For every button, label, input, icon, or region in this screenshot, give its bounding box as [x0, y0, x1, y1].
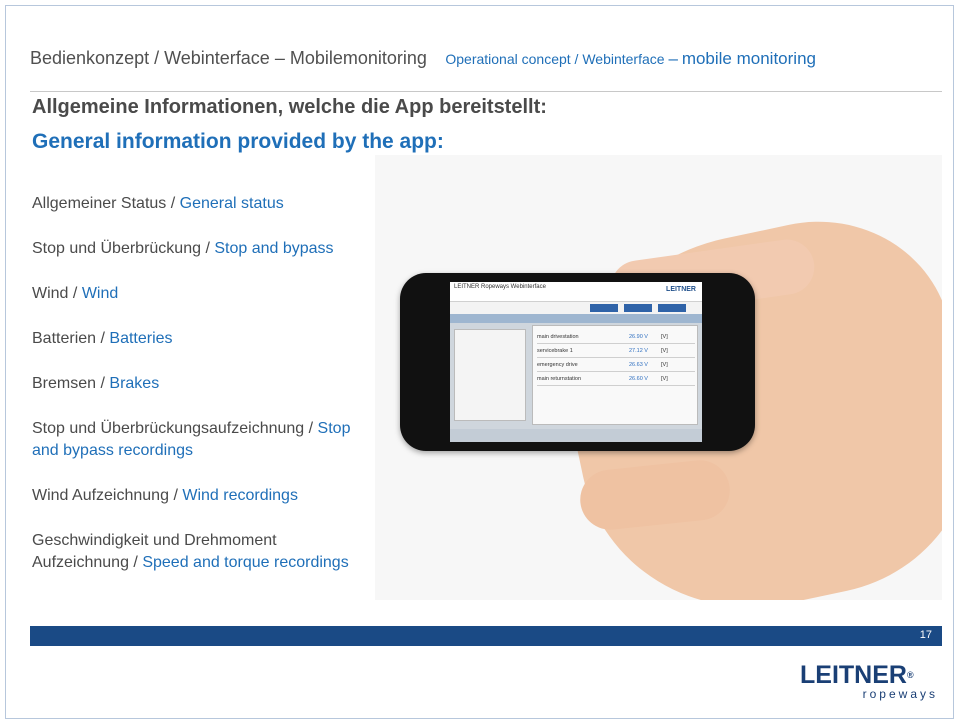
list-item-german: Wind Aufzeichnung [32, 487, 169, 504]
list-item: Allgemeiner Status / General status [32, 193, 372, 215]
screen-logo: LEITNER [666, 286, 696, 293]
list-item-german: Stop und Überbrückung [32, 240, 201, 257]
screen-header: LEITNER Ropeways Webinterface LEITNER [450, 282, 702, 302]
slide-header: Bedienkonzept / Webinterface – Mobilemon… [30, 48, 940, 72]
list-item: Geschwindigkeit und Drehmoment Aufzeichn… [32, 530, 372, 574]
header-title-english-dash: – [668, 49, 678, 68]
battery-row: main drivestation 26.90 V [V] [537, 334, 695, 344]
page-number: 17 [919, 629, 932, 641]
list-item: Stop und Überbrückungsaufzeichnung / Sto… [32, 418, 372, 462]
list-item: Stop und Überbrückung / Stop and bypass [32, 238, 372, 260]
battery-row-unit: [V] [661, 348, 668, 354]
battery-row-value: 26.63 V [629, 362, 648, 368]
battery-row-value: 27.12 V [629, 348, 648, 354]
list-item-english: Brakes [109, 375, 160, 392]
list-item-english: Batteries [109, 330, 173, 347]
battery-row-unit: [V] [661, 362, 668, 368]
battery-row-label: main drivestation [537, 334, 579, 340]
list-item-german: Bremsen [32, 375, 97, 392]
list-item: Bremsen / Brakes [32, 373, 372, 395]
logo-name: LEITNER [800, 661, 907, 689]
list-item-separator: / [308, 420, 314, 437]
phone-screen: LEITNER Ropeways Webinterface LEITNER ma… [450, 282, 702, 442]
battery-row-label: main returnstation [537, 376, 582, 382]
header-title-english-bold: mobile monitoring [681, 49, 816, 68]
list-item-german: Allgemeiner Status [32, 195, 167, 212]
list-item-separator: / [170, 195, 176, 212]
screen-body: main drivestation 26.90 V [V] servicebra… [450, 323, 702, 429]
list-item-separator: / [205, 240, 210, 257]
list-item-separator: / [100, 375, 105, 392]
logo-wordmark: LEITNER® [800, 662, 942, 688]
header-divider [30, 91, 942, 92]
info-list: Allgemeiner Status / General status Stop… [32, 193, 372, 597]
heading-german: Allgemeine Informationen, welche die App… [32, 96, 547, 118]
list-item-english: Speed and torque recordings [142, 554, 349, 571]
battery-row-label: emergency drive [537, 362, 578, 368]
screen-side-panel [454, 329, 526, 421]
list-item-german: Wind [32, 285, 69, 302]
battery-row-label: servicebrake 1 [537, 348, 573, 354]
screen-title-bar [450, 314, 702, 323]
list-item-separator: / [173, 487, 178, 504]
list-item: Batterien / Batteries [32, 328, 372, 350]
battery-panel: main drivestation 26.90 V [V] servicebra… [532, 325, 698, 425]
heading-english: General information provided by the app: [32, 130, 444, 153]
screen-footer [450, 429, 702, 442]
battery-row: main returnstation 26.60 V [V] [537, 376, 695, 386]
list-item: Wind Aufzeichnung / Wind recordings [32, 485, 372, 507]
list-item-german: Batterien [32, 330, 97, 347]
battery-row-value: 26.90 V [629, 334, 648, 340]
footer-bar: 17 [30, 626, 942, 646]
screen-title: LEITNER Ropeways Webinterface [454, 284, 546, 290]
hand-holding-phone-photo: LEITNER Ropeways Webinterface LEITNER ma… [375, 155, 942, 600]
logo-registered: ® [906, 670, 914, 680]
screen-nav-button [658, 304, 686, 312]
battery-row: emergency drive 26.63 V [V] [537, 362, 695, 372]
list-item-english: Wind [81, 285, 119, 302]
battery-row-value: 26.60 V [629, 376, 648, 382]
header-title-english: Operational concept / Webinterface – mob… [445, 49, 816, 68]
header-title-german: Bedienkonzept / Webinterface – Mobilemon… [30, 48, 427, 68]
leitner-logo: LEITNER® ropeways [800, 662, 942, 700]
screen-nav [450, 302, 702, 314]
list-item-separator: / [100, 330, 105, 347]
logo-subtitle: ropeways [862, 687, 938, 701]
header-title-english-main: Operational concept / Webinterface [445, 51, 665, 67]
list-item-separator: / [133, 554, 138, 571]
list-item-separator: / [72, 285, 78, 302]
battery-row-unit: [V] [661, 334, 668, 340]
smartphone: LEITNER Ropeways Webinterface LEITNER ma… [400, 273, 755, 451]
list-item: Wind / Wind [32, 283, 372, 305]
screen-nav-button [624, 304, 652, 312]
list-item-english: Stop and bypass [214, 240, 334, 257]
list-item-english: Wind recordings [182, 487, 298, 504]
screen-nav-button [590, 304, 618, 312]
battery-row: servicebrake 1 27.12 V [V] [537, 348, 695, 358]
list-item-english: General status [179, 195, 284, 212]
list-item-german: Stop und Überbrückungsaufzeichnung [32, 420, 305, 437]
battery-row-unit: [V] [661, 376, 668, 382]
